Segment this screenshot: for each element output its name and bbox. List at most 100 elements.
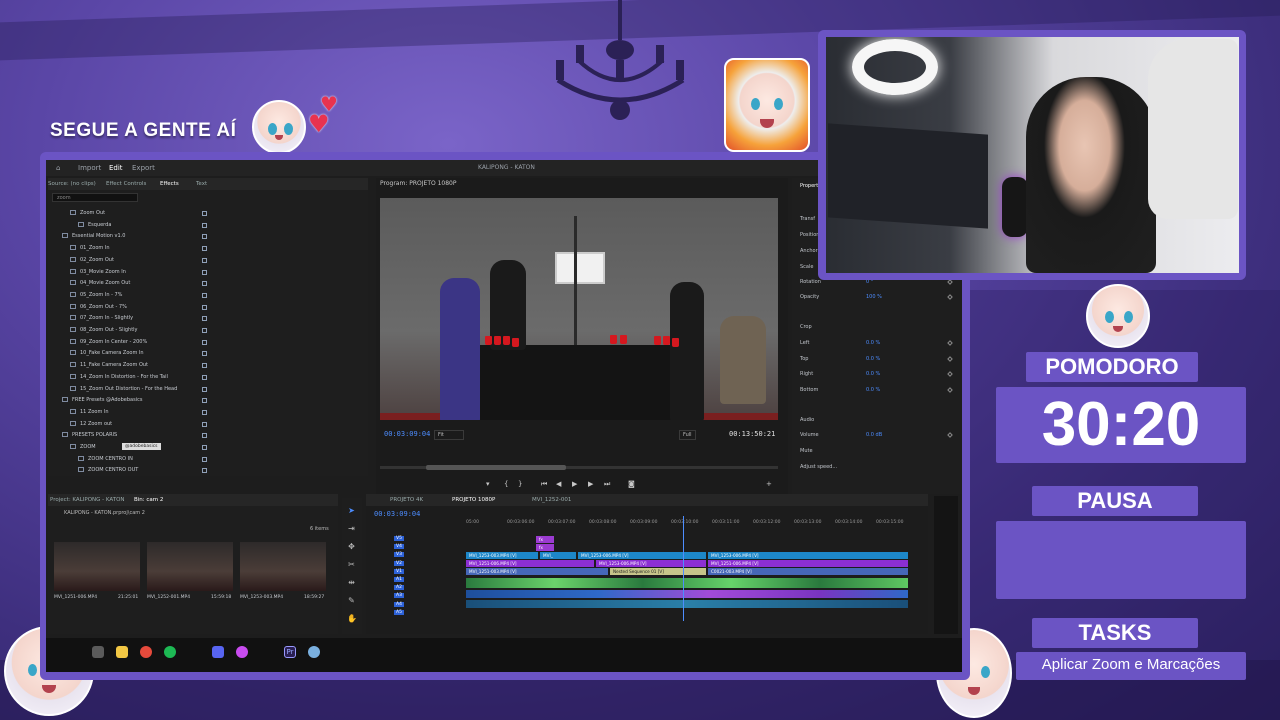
track-header[interactable]: A3	[374, 593, 464, 600]
menu-edit[interactable]: Edit	[109, 164, 123, 172]
tab-project[interactable]: Project: KALIPONG - KATON	[50, 497, 125, 503]
track-header[interactable]: V1	[374, 568, 464, 576]
effect-item[interactable]: 01_Zoom In	[54, 243, 354, 254]
timeline-clip[interactable]: fx	[536, 544, 554, 551]
effect-item[interactable]: Zoom Out	[54, 208, 354, 219]
effect-item[interactable]: ZOOM CENTRO IN	[54, 454, 354, 465]
keyframe-toggle-icon[interactable]	[947, 340, 953, 346]
track-select-tool-icon[interactable]: ⇥	[347, 524, 356, 533]
effect-item[interactable]: PRESETS POLARIS	[54, 430, 354, 441]
clip-thumbnail[interactable]	[240, 542, 326, 591]
keyframe-toggle-icon[interactable]	[947, 356, 953, 362]
taskbar-app-icon[interactable]	[308, 646, 320, 658]
program-scrubber[interactable]	[380, 465, 778, 470]
effect-item[interactable]: 02_Zoom Out	[54, 255, 354, 266]
hand-tool-icon[interactable]: ✋	[347, 614, 357, 623]
effect-item[interactable]: 15_Zoom Out Distortion - For the Head	[54, 384, 354, 395]
timeline-clip[interactable]: MVI_1253-006.MP4 [V]	[596, 560, 706, 567]
effects-search-input[interactable]: zoom	[52, 193, 138, 202]
effect-item[interactable]: 11_Fake Camera Zoom Out	[54, 360, 354, 371]
keyframe-toggle-icon[interactable]	[947, 432, 953, 438]
timeline-ruler[interactable]: 05:00 00:03:06:00 00:03:07:00 00:03:08:00 00…	[466, 520, 916, 529]
home-icon[interactable]: ⌂	[56, 164, 60, 172]
track-header[interactable]: V2	[374, 560, 464, 568]
effect-item[interactable]: 11 Zoom In	[54, 407, 354, 418]
tab-effects[interactable]: Effects	[160, 181, 179, 187]
menu-export[interactable]: Export	[132, 164, 155, 172]
keyframe-toggle-icon[interactable]	[947, 279, 953, 285]
clip-thumbnail[interactable]	[54, 542, 140, 591]
effect-item[interactable]: 06_Zoom Out - 7%	[54, 302, 354, 313]
track-label[interactable]: V5	[394, 536, 404, 541]
razor-tool-icon[interactable]: ✂	[347, 560, 356, 569]
tab-sequence-1080p[interactable]: PROJETO 1080P	[452, 497, 495, 503]
selection-tool-icon[interactable]: ➤	[347, 506, 356, 515]
property-value[interactable]: 0.0 %	[866, 356, 880, 362]
timeline-clip[interactable]: MVI_	[540, 552, 576, 559]
effect-item[interactable]: 05_Zoom In - 7%	[54, 290, 354, 301]
effect-item[interactable]: ZOOM CENTRO OUT	[54, 465, 354, 476]
track-header[interactable]: A2	[374, 585, 464, 592]
program-timecode[interactable]: 00:03:09:04	[384, 430, 430, 438]
pen-tool-icon[interactable]: ✎	[347, 596, 356, 605]
premiere-icon[interactable]: Pr	[284, 646, 296, 658]
track-label[interactable]: V3	[394, 552, 404, 558]
resolution-dropdown[interactable]: Full	[679, 430, 696, 440]
property-value[interactable]: 0.0 dB	[866, 432, 882, 438]
track-label[interactable]: V4	[394, 544, 404, 550]
timeline-clip[interactable]: MVI_1253-003.MP4 [V]	[466, 552, 538, 559]
timeline-clip[interactable]: Nested Sequence 01 [V]	[610, 568, 706, 575]
ripple-edit-tool-icon[interactable]: ✥	[347, 542, 356, 551]
effect-item[interactable]: 09_Zoom In Center - 200%	[54, 337, 354, 348]
effect-item[interactable]: 12 Zoom out	[54, 419, 354, 430]
play-icon[interactable]: ▶	[572, 480, 577, 488]
timeline-clip[interactable]: MVI_1253-006.MP4 [V]	[578, 552, 706, 559]
spotify-icon[interactable]	[164, 646, 176, 658]
frame-forward-icon[interactable]: ▶	[588, 480, 593, 488]
keyframe-toggle-icon[interactable]	[947, 371, 953, 377]
effect-item[interactable]: 04_Movie Zoom Out	[54, 278, 354, 289]
timeline-clip[interactable]: C0021-003.MP4 [V]	[708, 568, 908, 575]
property-value[interactable]: 100 %	[866, 294, 882, 300]
audio-waveform[interactable]	[466, 600, 908, 608]
clip-thumbnail[interactable]	[147, 542, 233, 591]
property-value[interactable]: 0.0 %	[866, 387, 880, 393]
tab-text[interactable]: Text	[196, 181, 207, 187]
track-label[interactable]: V2	[394, 560, 404, 566]
property-value[interactable]: 0.0 %	[866, 340, 880, 346]
tab-effect-controls[interactable]: Effect Controls	[106, 181, 146, 187]
effect-item[interactable]: 08_Zoom Out - Slightly	[54, 325, 354, 336]
add-button-icon[interactable]: +	[766, 480, 772, 488]
track-label[interactable]: A2	[394, 585, 404, 591]
track-header[interactable]: V3	[374, 552, 464, 559]
timeline-clip[interactable]: MVI_1251-006.MP4 [V]	[466, 560, 594, 567]
track-header[interactable]: V4	[374, 544, 464, 551]
timeline-timecode[interactable]: 00:03:09:04	[374, 510, 420, 518]
chrome-icon[interactable]	[140, 646, 152, 658]
track-header[interactable]: A4	[374, 601, 464, 609]
effect-item[interactable]: 03_Movie Zoom In	[54, 267, 354, 278]
export-frame-icon[interactable]: ◙	[628, 480, 635, 488]
track-label[interactable]: A4	[394, 601, 404, 607]
track-label[interactable]: A3	[394, 593, 404, 599]
track-header[interactable]: A5	[374, 609, 464, 617]
keyframe-toggle-icon[interactable]	[947, 294, 953, 300]
menu-import[interactable]: Import	[78, 164, 101, 172]
effect-item[interactable]: 07_Zoom In - Slightly	[54, 313, 354, 324]
property-value[interactable]: 0.0 %	[866, 371, 880, 377]
taskbar-app-icon[interactable]	[92, 646, 104, 658]
effect-item[interactable]: ZOOM	[54, 442, 354, 453]
timeline-clip[interactable]: MVI_1253-006.MP4 [V]	[708, 552, 908, 559]
frame-back-icon[interactable]: ◀	[556, 480, 561, 488]
track-label[interactable]: A1	[394, 577, 404, 582]
track-label[interactable]: V1	[394, 568, 404, 574]
playhead[interactable]	[683, 516, 684, 621]
effect-item[interactable]: Essential Motion v1.0	[54, 231, 354, 242]
timeline-clip[interactable]: MVI_1251-003.MP4 [V]	[466, 568, 608, 575]
obs-icon[interactable]	[236, 646, 248, 658]
tab-bin-cam2[interactable]: Bin: cam 2	[134, 497, 163, 503]
mark-in-icon[interactable]: ▾	[486, 480, 490, 488]
effect-item[interactable]: FREE Presets @Adobebasics	[54, 395, 354, 406]
track-header[interactable]: V5	[374, 536, 464, 543]
keyframe-toggle-icon[interactable]	[947, 387, 953, 393]
